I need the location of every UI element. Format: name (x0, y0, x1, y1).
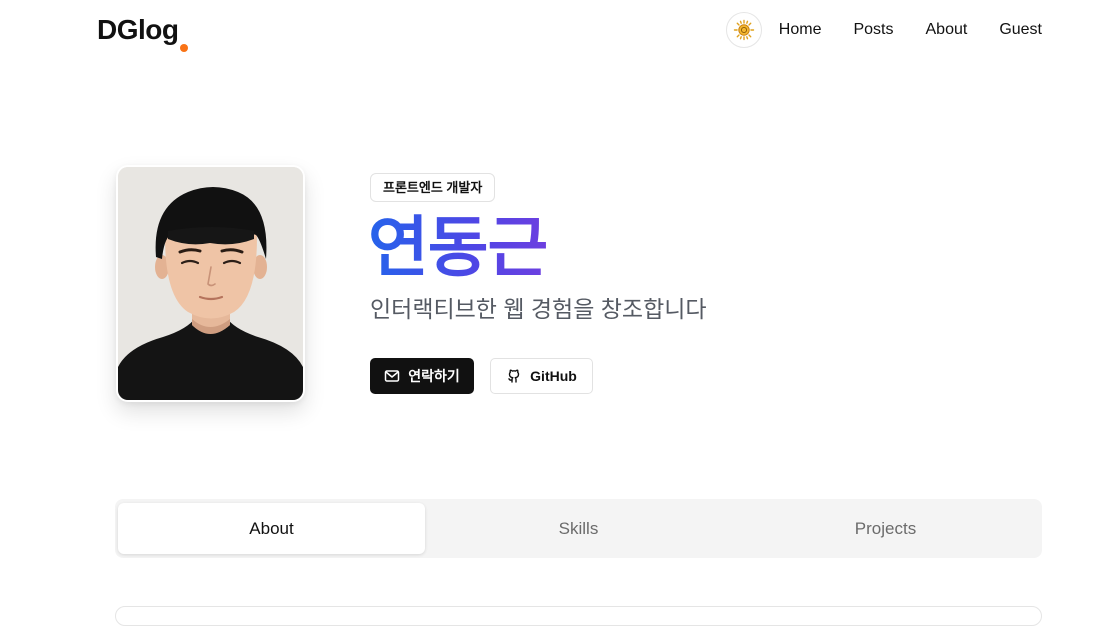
main-nav: Home Posts About Guest (779, 20, 1042, 40)
nav-guest[interactable]: Guest (999, 20, 1042, 40)
contact-button-label: 연락하기 (408, 368, 460, 384)
profile-tagline: 인터랙티브한 웹 경험을 창조합니다 (370, 296, 707, 322)
nav-home[interactable]: Home (779, 20, 822, 40)
nav-about[interactable]: About (926, 20, 968, 40)
logo-accent-dot (180, 44, 188, 52)
github-button-label: GitHub (530, 368, 577, 384)
tab-skills[interactable]: Skills (425, 503, 732, 554)
role-badge: 프론트엔드 개발자 (370, 173, 496, 202)
contact-button[interactable]: 연락하기 (370, 358, 474, 394)
site-header: DGlog Home Posts About Guest (0, 0, 1097, 64)
site-logo[interactable]: DGlog (97, 14, 179, 46)
theme-toggle-button[interactable] (726, 12, 762, 48)
tab-about[interactable]: About (118, 503, 425, 554)
sun-icon (733, 19, 755, 41)
section-tabs: About Skills Projects (115, 499, 1042, 558)
mail-icon (384, 370, 400, 382)
profile-name: 연동근 (368, 210, 548, 284)
portrait-illustration (118, 167, 303, 400)
nav-posts[interactable]: Posts (853, 20, 893, 40)
profile-photo (118, 167, 303, 400)
github-icon (508, 369, 520, 383)
github-button[interactable]: GitHub (490, 358, 593, 394)
tab-projects[interactable]: Projects (732, 503, 1039, 554)
content-card (115, 606, 1042, 626)
profile-photo-card (116, 165, 305, 402)
